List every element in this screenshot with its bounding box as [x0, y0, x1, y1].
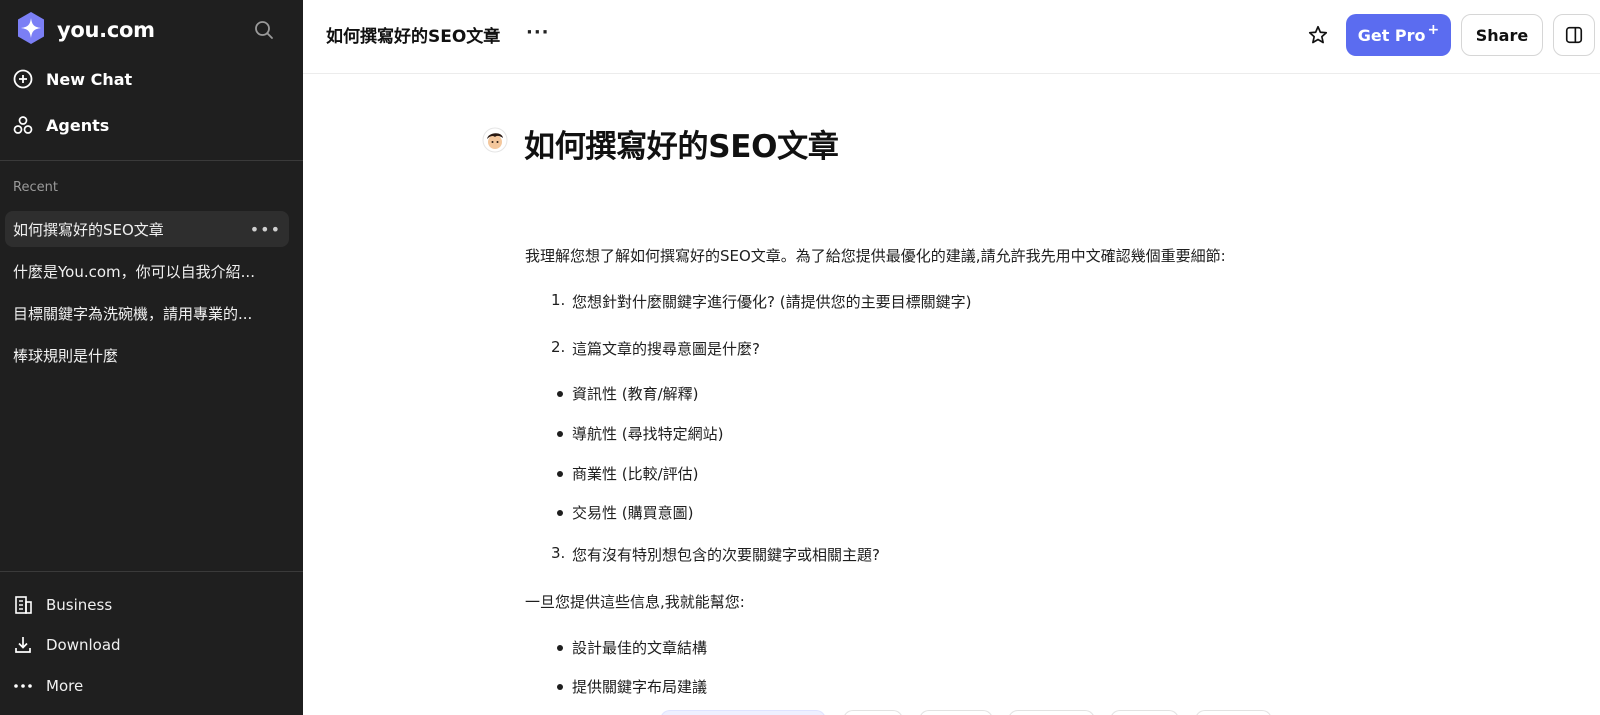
- recent-label: Recent: [13, 180, 58, 195]
- list-item: 設計最佳的文章結構: [572, 639, 708, 657]
- bullet: [557, 471, 563, 477]
- new-chat-label: New Chat: [46, 69, 133, 89]
- suggestion-chip[interactable]: [1008, 710, 1095, 715]
- download-button[interactable]: Download: [12, 631, 121, 659]
- more-dots-icon[interactable]: •••: [250, 220, 281, 239]
- bullet: [557, 431, 563, 437]
- sidebar-divider: [0, 160, 303, 161]
- you-logo-icon: [14, 11, 48, 49]
- get-pro-label: Get Pro: [1357, 25, 1426, 45]
- recent-chat-item[interactable]: 目標關鍵字為洗碗機，請用專業的...: [5, 295, 289, 331]
- business-button[interactable]: Business: [12, 591, 112, 619]
- agents-button[interactable]: Agents: [12, 109, 109, 141]
- suggestion-chip[interactable]: [1195, 710, 1272, 715]
- star-icon[interactable]: [1305, 22, 1331, 48]
- message-paragraph: 一旦您提供這些信息,我就能幫您:: [525, 593, 745, 611]
- chat-title[interactable]: 如何撰寫好的SEO文章: [326, 22, 500, 47]
- more-button[interactable]: More: [12, 672, 83, 700]
- list-item: 導航性 (尋找特定網站): [572, 425, 724, 443]
- question-item: 這篇文章的搜尋意圖是什麼?: [572, 340, 760, 358]
- sidebar-panel-icon[interactable]: [1553, 14, 1595, 56]
- bullet: [557, 684, 563, 690]
- chat-options-button[interactable]: ···: [526, 22, 550, 43]
- message-intro: 我理解您想了解如何撰寫好的SEO文章。為了給您提供最優化的建議,請允許我先用中文…: [525, 247, 1226, 265]
- agents-label: Agents: [46, 115, 110, 135]
- suggestion-chip[interactable]: [843, 710, 903, 715]
- recent-chat-title: 棒球規則是什麼: [13, 346, 119, 365]
- building-icon: [12, 594, 34, 616]
- share-button[interactable]: Share: [1461, 14, 1543, 56]
- bullet: [557, 391, 563, 397]
- agents-icon: [12, 114, 34, 136]
- suggestion-chip[interactable]: [919, 710, 993, 715]
- more-label: More: [46, 677, 84, 695]
- brand-name: you.com: [57, 18, 155, 42]
- recent-chat-title: 什麼是You.com，你可以自我介紹...: [13, 262, 255, 281]
- recent-chat-title: 目標關鍵字為洗碗機，請用專業的...: [13, 304, 253, 323]
- get-pro-button[interactable]: Get Pro +: [1346, 14, 1451, 56]
- list-item: 商業性 (比較/評估): [572, 465, 699, 483]
- question-item: 您想針對什麼關鍵字進行優化? (請提供您的主要目標關鍵字): [572, 293, 972, 311]
- bullet: [557, 510, 563, 516]
- search-icon[interactable]: [252, 18, 276, 42]
- pro-plus: +: [1427, 22, 1440, 38]
- recent-chat-item[interactable]: 棒球規則是什麼: [5, 337, 289, 373]
- recent-chat-title: 如何撰寫好的SEO文章: [13, 220, 164, 239]
- page-title: 如何撰寫好的SEO文章: [524, 129, 839, 165]
- suggestion-chip[interactable]: [660, 710, 826, 715]
- download-icon: [12, 634, 34, 656]
- question-item: 您有沒有特別想包含的次要關鍵字或相關主題?: [572, 546, 880, 564]
- recent-chat-item[interactable]: 什麼是You.com，你可以自我介紹...: [5, 253, 289, 289]
- brand[interactable]: you.com: [14, 12, 155, 48]
- list-item: 交易性 (購買意圖): [572, 504, 694, 522]
- suggestion-chip[interactable]: [1110, 710, 1179, 715]
- sidebar: you.com New Chat Agents Recent 如何撰寫好的SEO…: [0, 0, 303, 715]
- new-chat-button[interactable]: New Chat: [12, 63, 132, 95]
- list-item: 提供關鍵字布局建議: [572, 678, 708, 696]
- list-item: 資訊性 (教育/解釋): [572, 385, 699, 403]
- download-label: Download: [46, 636, 121, 654]
- list-number: 2.: [551, 338, 566, 356]
- more-dots-icon: [12, 675, 34, 697]
- plus-circle-icon: [12, 68, 34, 90]
- recent-chat-item[interactable]: 如何撰寫好的SEO文章 •••: [5, 211, 289, 247]
- bullet: [557, 645, 563, 651]
- business-label: Business: [46, 596, 113, 614]
- list-number: 3.: [551, 544, 566, 562]
- avatar: [482, 127, 508, 153]
- sidebar-divider: [0, 571, 303, 572]
- top-bar: 如何撰寫好的SEO文章 ··· Get Pro + Share: [303, 0, 1600, 74]
- list-number: 1.: [551, 291, 566, 309]
